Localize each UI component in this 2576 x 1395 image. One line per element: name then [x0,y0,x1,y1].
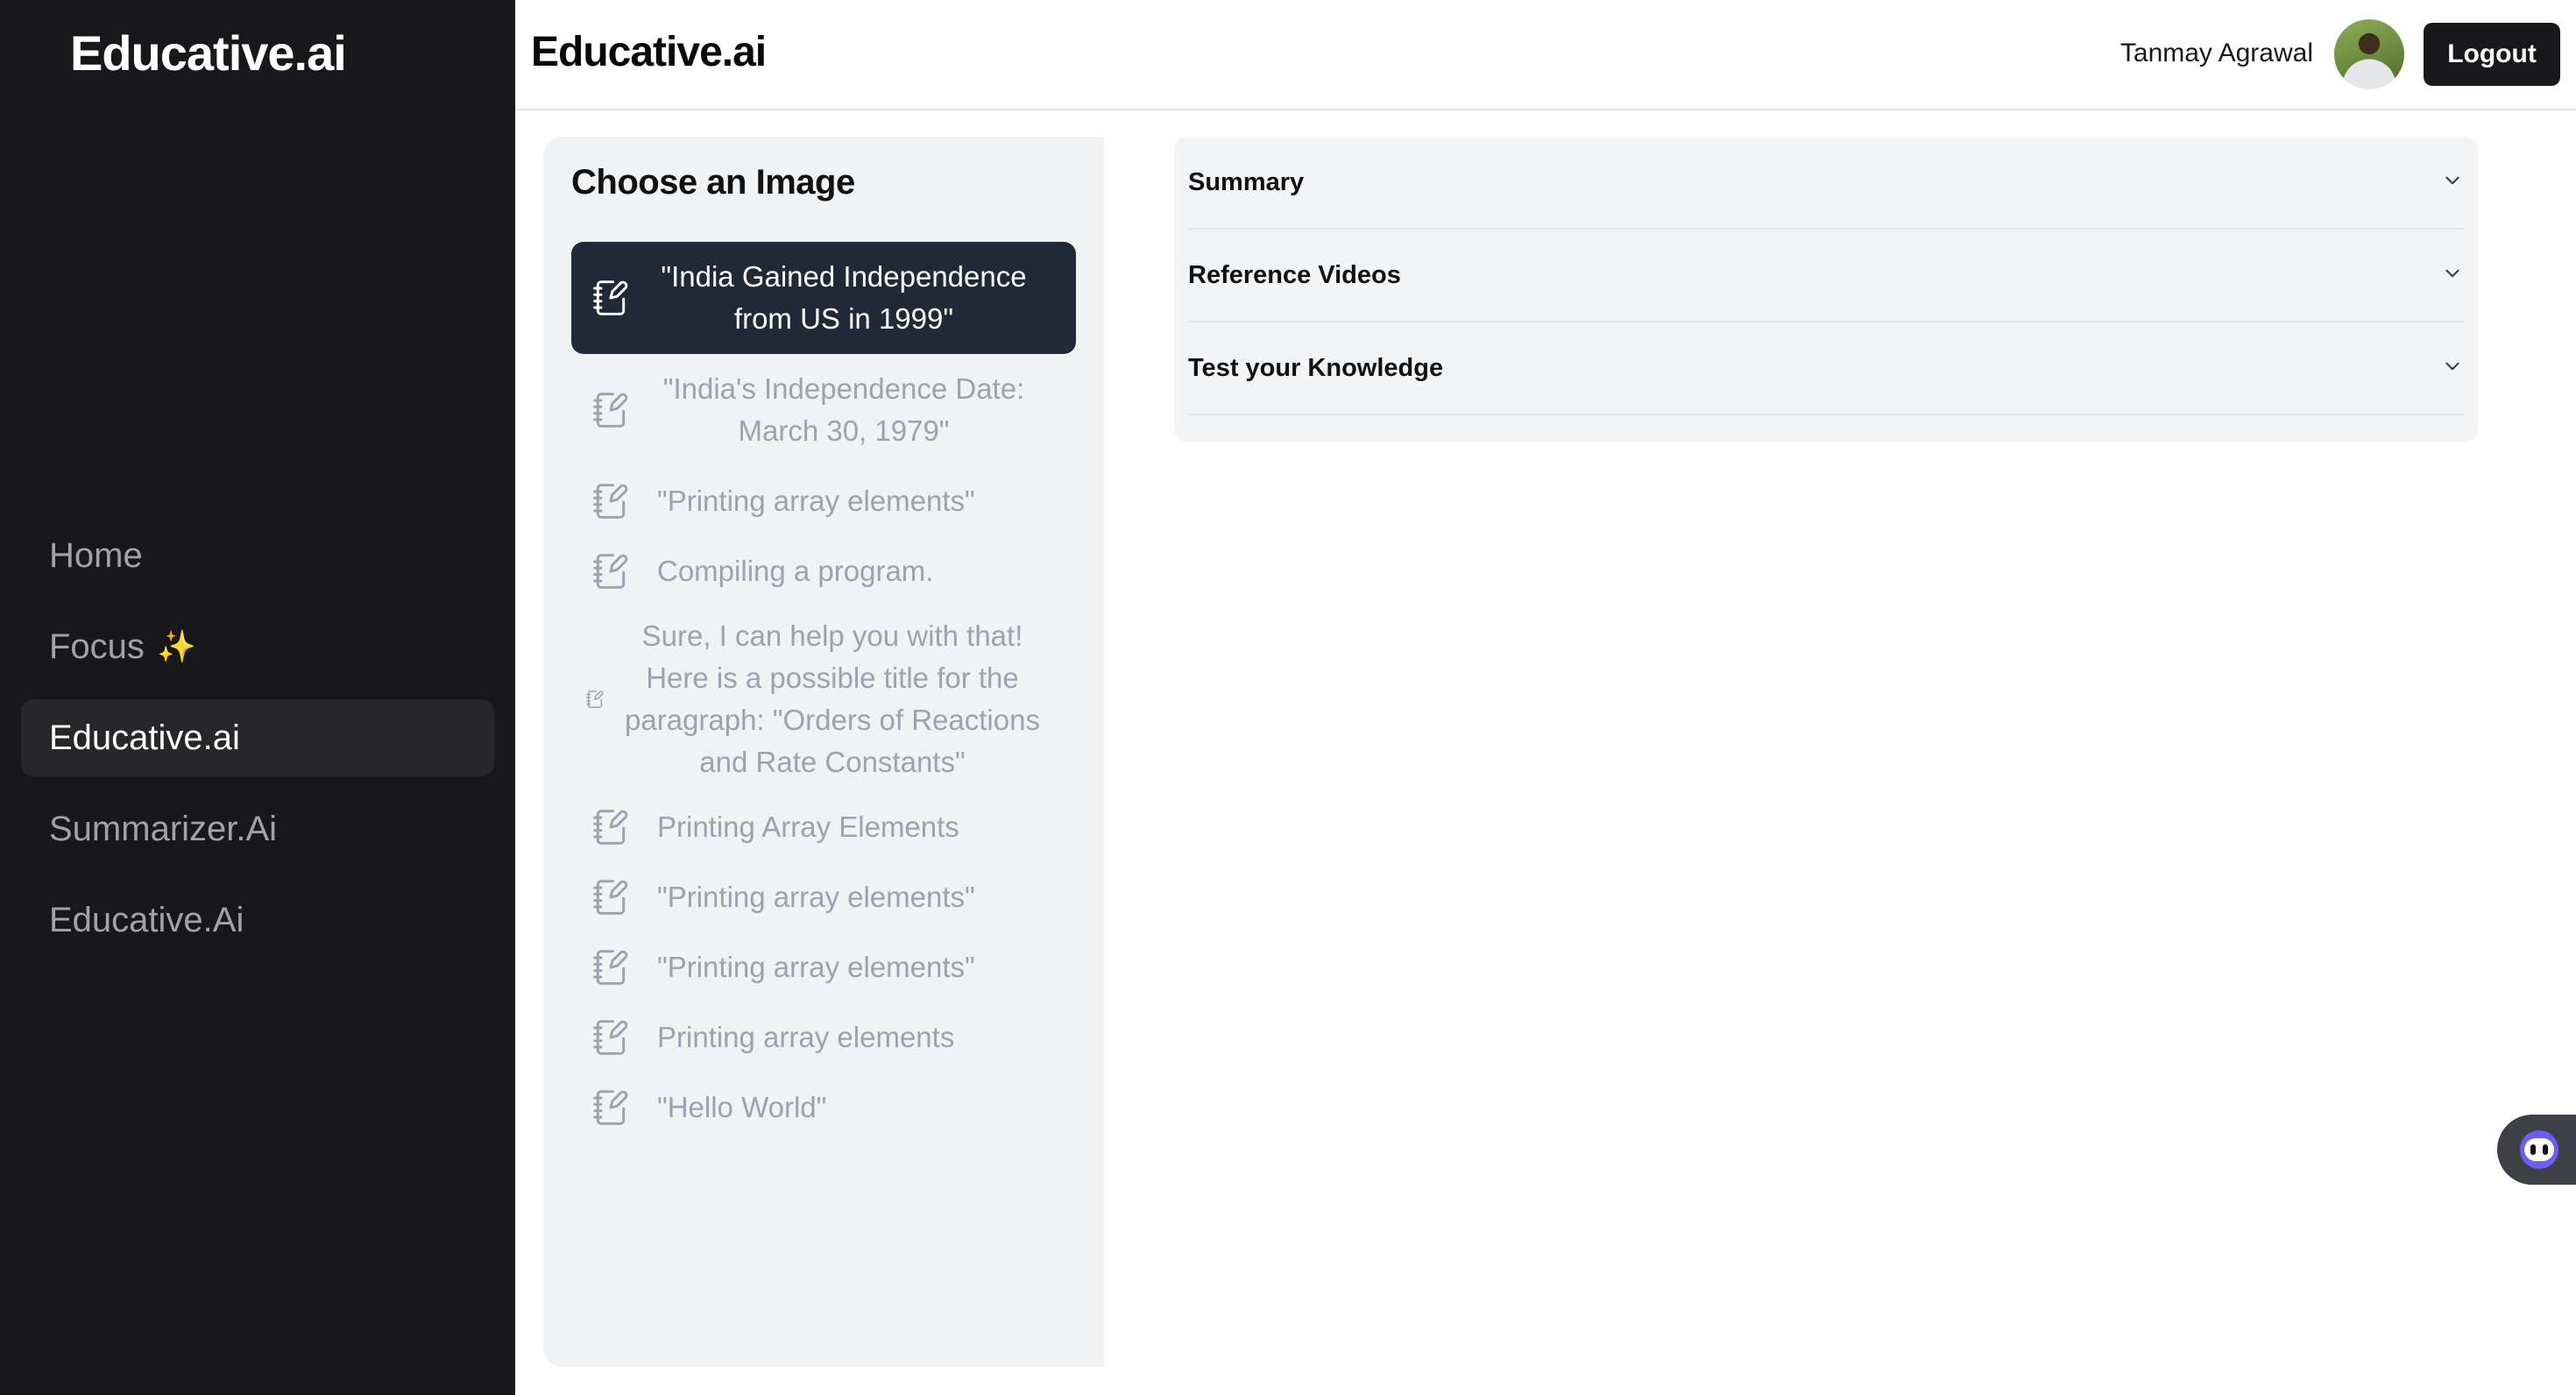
results-accordion: Summary Reference Videos Test your Knowl… [1174,137,2478,442]
notebook-pen-icon [591,806,631,848]
notebook-pen-icon [591,389,631,431]
sidebar-nav: Home Focus ✨ Educative.ai Summarizer.Ai … [21,517,494,973]
notebook-pen-icon [582,678,608,720]
chooser-heading: Choose an Image [571,163,855,202]
avatar[interactable] [2334,19,2404,89]
sidebar-item-label: Educative.Ai [49,900,244,939]
notebook-pen-icon [591,1016,631,1059]
notebook-pen-icon [591,946,631,988]
accordion-summary[interactable]: Summary [1188,137,2464,230]
notebook-pen-icon [591,277,631,319]
list-item[interactable]: "Printing array elements" [571,466,1076,536]
sidebar-item-label: Focus [49,627,145,666]
page-title: Educative.ai [531,29,767,75]
list-item-label: Sure, I can help you with that! Here is … [625,620,1040,778]
sidebar: Educative.ai Home Focus ✨ Educative.ai S… [0,0,515,1395]
list-item-label: Printing array elements [657,1021,955,1053]
accordion-test-your-knowledge[interactable]: Test your Knowledge [1188,322,2464,415]
logout-button[interactable]: Logout [2424,23,2560,86]
chat-button[interactable] [2497,1115,2576,1185]
sidebar-item-focus[interactable]: Focus ✨ [21,608,494,685]
list-item[interactable]: Compiling a program. [571,536,1076,606]
notebook-pen-icon [591,480,631,522]
list-item-label: Printing Array Elements [657,811,959,843]
list-item[interactable]: "Hello World" [571,1073,1076,1143]
list-item[interactable]: Printing array elements [571,1002,1076,1073]
chevron-down-icon [2441,355,2464,382]
user-name: Tanmay Agrawal [2120,39,2313,67]
sidebar-item-educative-ai[interactable]: Educative.ai [21,699,494,776]
accordion-label: Summary [1188,167,1305,196]
list-item[interactable]: "Printing array elements" [571,862,1076,932]
list-item[interactable]: "India's Independence Date: March 30, 19… [571,354,1076,466]
list-item[interactable]: "Printing array elements" [571,932,1076,1002]
list-item-label: "Printing array elements" [657,881,975,913]
list-item-label: "Printing array elements" [657,485,975,517]
accordion-label: Reference Videos [1188,260,1401,289]
accordion-label: Test your Knowledge [1188,353,1444,382]
sidebar-item-label: Home [49,535,143,575]
notebook-pen-icon [591,876,631,918]
notebook-pen-icon [591,550,631,592]
list-item[interactable]: Printing Array Elements [571,792,1076,862]
list-item-label: "Hello World" [657,1091,827,1123]
image-chooser-panel: Choose an Image "India Gained Independen… [543,137,1104,1367]
list-item-label: Compiling a program. [657,555,934,587]
list-item-label: "Printing array elements" [657,951,975,983]
sidebar-item-label: Summarizer.Ai [49,809,278,848]
sidebar-item-educative-ai-2[interactable]: Educative.Ai [21,882,494,959]
list-item[interactable]: Sure, I can help you with that! Here is … [571,606,1076,792]
list-item-label: "India Gained Independence from US in 19… [661,260,1027,335]
list-item[interactable]: "India Gained Independence from US in 19… [571,242,1076,354]
notebook-pen-icon [591,1087,631,1129]
chevron-down-icon [2441,262,2464,289]
list-item-label: "India's Independence Date: March 30, 19… [662,372,1025,447]
sidebar-logo[interactable]: Educative.ai [70,25,347,81]
sparkles-icon: ✨ [156,628,196,664]
image-list[interactable]: "India Gained Independence from US in 19… [571,242,1076,1143]
sidebar-item-home[interactable]: Home [21,517,494,594]
chevron-down-icon [2441,169,2464,196]
accordion-reference-videos[interactable]: Reference Videos [1188,230,2464,322]
sidebar-item-summarizer-ai[interactable]: Summarizer.Ai [21,790,494,867]
chatbot-icon [2520,1130,2558,1169]
top-header: Educative.ai Tanmay Agrawal Logout [515,0,2576,110]
sidebar-item-label: Educative.ai [49,718,240,757]
